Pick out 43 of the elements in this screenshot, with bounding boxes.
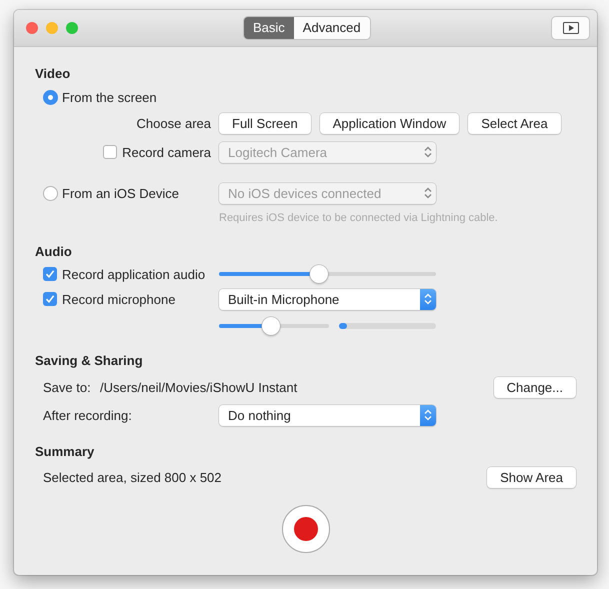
radio-button[interactable] (43, 186, 58, 200)
checkbox-label: Record camera (122, 144, 211, 160)
tab[interactable]: Basic (244, 17, 294, 39)
chevrons-icon (424, 146, 432, 158)
area-button[interactable]: Full Screen (219, 112, 311, 134)
tab[interactable]: Advanced (294, 17, 370, 39)
change-button[interactable]: Change... (494, 376, 576, 398)
section-heading: Summary (35, 442, 96, 461)
checkbox[interactable] (43, 267, 57, 281)
checkbox[interactable] (43, 292, 57, 306)
area-button[interactable]: Select Area (468, 112, 561, 134)
close-button[interactable] (26, 22, 38, 34)
slider-thumb[interactable] (310, 265, 328, 283)
volume-slider[interactable] (219, 317, 329, 335)
field-label: After recording: (43, 408, 132, 422)
checkbox-label: Record application audio (62, 266, 206, 282)
show-area-button[interactable]: Show Area (487, 466, 576, 488)
slider-thumb[interactable] (262, 317, 280, 335)
play-button[interactable] (552, 17, 589, 39)
chevrons-icon (424, 187, 432, 199)
chevrons-icon (424, 293, 432, 305)
folder-path: /Users/neil/Movies/iShowU Instant (100, 380, 298, 394)
field-label: Choose area (136, 116, 211, 130)
checkbox[interactable] (103, 145, 118, 159)
record-icon (294, 517, 318, 541)
section-heading: Video (35, 64, 72, 82)
popup-menu[interactable]: Do nothing (219, 404, 436, 426)
checkbox-label: Record microphone (62, 292, 176, 306)
popup-menu[interactable]: Built-in Microphone (219, 288, 436, 310)
record-button[interactable] (282, 505, 330, 553)
volume-slider[interactable] (219, 265, 436, 283)
area-button[interactable]: Application Window (320, 112, 460, 134)
summary-text: Selected area, sized 800 x 502 (43, 470, 223, 484)
radio-label: From an iOS Device (62, 186, 180, 200)
section-heading: Saving & Sharing (35, 352, 144, 370)
play-icon (562, 22, 578, 34)
radio-button[interactable] (43, 90, 58, 104)
hint-text: Requires iOS device to be connected via Lightning cable. (219, 212, 498, 224)
radio-label: From the screen (62, 90, 157, 104)
section-heading: Audio (35, 242, 73, 260)
chevrons-icon (424, 409, 432, 421)
field-label: Save to: (43, 380, 92, 394)
zoom-button[interactable] (66, 22, 78, 34)
